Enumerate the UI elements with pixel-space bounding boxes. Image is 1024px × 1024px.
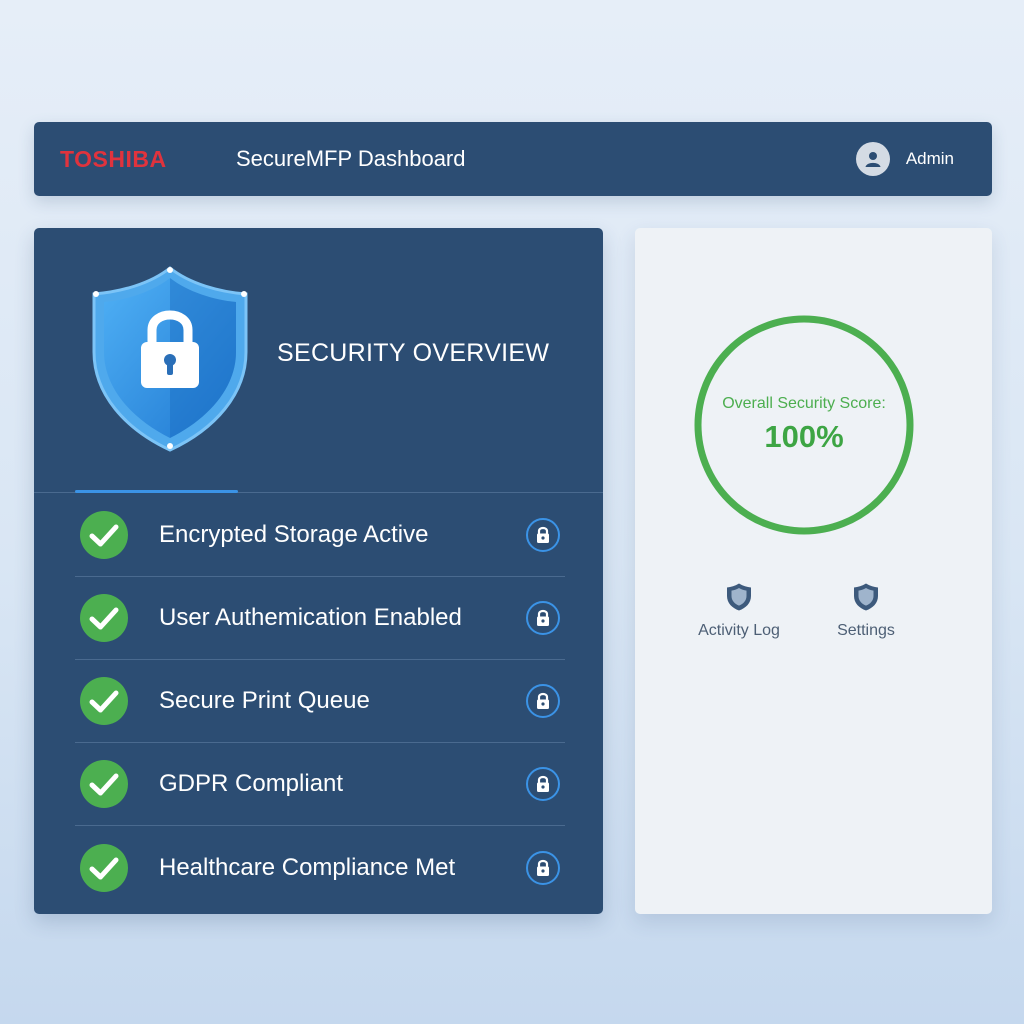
lock-icon[interactable] <box>525 683 561 719</box>
avatar-icon[interactable] <box>855 142 890 176</box>
settings-button[interactable]: Settings <box>811 582 921 640</box>
score-readout: Overall Security Score: 100% <box>693 314 915 536</box>
app-title: SecureMFP Dashboard <box>236 146 466 171</box>
user-name[interactable]: Admin <box>906 149 954 169</box>
shield-icon <box>854 583 878 611</box>
security-overview-panel: SECURITY OVERVIEW Encrypted Storage Acti… <box>34 228 603 914</box>
lock-icon[interactable] <box>525 766 561 802</box>
status-label: Secure Print Queue <box>159 687 370 714</box>
check-circle-icon <box>80 511 128 559</box>
status-label: Healthcare Compliance Met <box>159 853 456 881</box>
lock-icon[interactable] <box>525 850 561 886</box>
status-row: Secure Print Queue <box>75 660 565 743</box>
check-circle-icon <box>80 760 128 808</box>
activity-log-label[interactable]: Activity Log <box>698 622 780 640</box>
lock-icon[interactable] <box>525 600 561 636</box>
score-label: Overall Security Score: <box>722 395 886 412</box>
security-score-panel: Overall Security Score: 100% Activity Lo… <box>635 228 992 914</box>
security-overview-title: SECURITY OVERVIEW <box>277 339 550 367</box>
active-tab-indicator <box>75 490 238 493</box>
check-circle-icon <box>80 677 128 725</box>
shield-lock-icon <box>92 266 248 452</box>
shield-icon <box>727 583 751 611</box>
activity-log-button[interactable]: Activity Log <box>684 582 794 640</box>
status-list: Encrypted Storage Active User Authemicati… <box>75 494 565 909</box>
status-label: GDPR Compliant <box>159 770 344 797</box>
brand-logo: TOSHIBA <box>60 145 167 172</box>
lock-icon[interactable] <box>525 517 561 553</box>
user-menu[interactable]: Admin <box>855 142 954 176</box>
status-row: Healthcare Compliance Met <box>75 826 565 909</box>
check-circle-icon <box>80 843 128 892</box>
status-label: User Authemication Enabled <box>159 604 462 631</box>
status-row: Encrypted Storage Active <box>75 494 565 577</box>
check-circle-icon <box>80 594 128 642</box>
top-header-bar: TOSHIBA SecureMFP Dashboard Admin <box>34 122 992 196</box>
score-value: 100% <box>764 419 844 454</box>
status-label: Encrypted Storage Active <box>159 521 429 548</box>
status-row: User Authemication Enabled <box>75 577 565 660</box>
status-row: GDPR Compliant <box>75 743 565 826</box>
settings-label[interactable]: Settings <box>837 622 895 640</box>
